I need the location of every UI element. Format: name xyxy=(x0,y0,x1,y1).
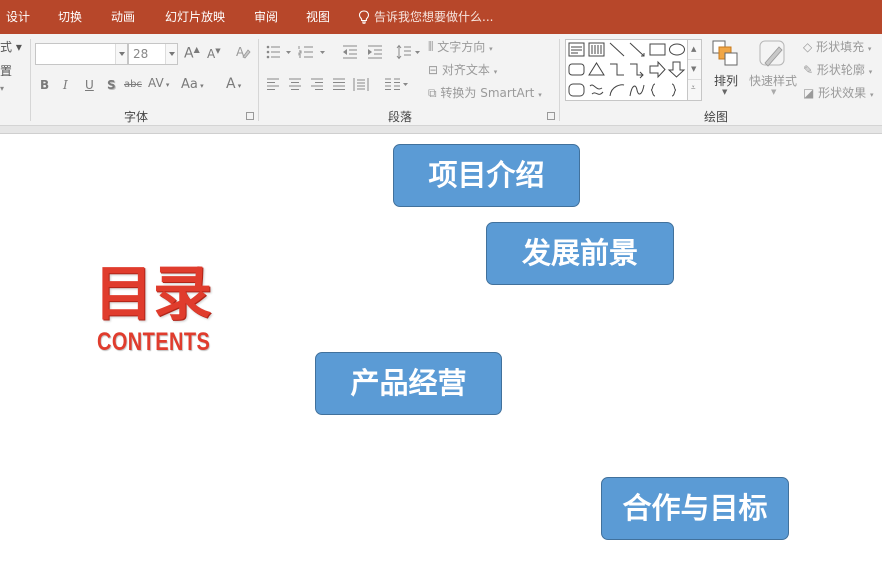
text-direction-label: 文字方向 xyxy=(437,40,486,54)
font-color-button[interactable]: A ▾ xyxy=(226,76,241,92)
ribbon-tab-bar: 设计 切换 动画 幻灯片放映 审阅 视图 告诉我您想要做什么... xyxy=(0,0,882,34)
tell-me-text: 告诉我您想要做什么... xyxy=(374,10,494,24)
paragraph-dialog-launcher-icon[interactable] xyxy=(547,112,555,120)
tab-review[interactable]: 审阅 xyxy=(254,0,278,34)
topic-box-product-operations[interactable]: 产品经营 xyxy=(315,352,502,415)
scroll-down-icon[interactable]: ▼ xyxy=(688,60,701,80)
shape-fill-button[interactable]: ◇ 形状填充 ▾ xyxy=(803,38,871,55)
tab-slideshow[interactable]: 幻灯片放映 xyxy=(165,0,225,34)
partial-layout-button[interactable]: 式 ▾ xyxy=(0,38,22,55)
justify-icon[interactable] xyxy=(332,78,346,91)
text-shadow-button[interactable]: S xyxy=(107,78,116,92)
topic-box-project-intro[interactable]: 项目介绍 xyxy=(393,144,580,207)
drawing-group-label: 绘图 xyxy=(704,110,729,124)
ribbon: 式 ▾ 置 ▾ 28 A▲ A▼ A B I U S abc AV ▾ Aa ▾… xyxy=(0,34,882,126)
clear-formatting-icon[interactable]: A xyxy=(235,44,251,60)
topic-box-cooperation-goals[interactable]: 合作与目标 xyxy=(601,477,789,540)
font-color-label: A xyxy=(226,76,236,92)
text-direction-icon: ⫴ xyxy=(428,40,434,55)
tab-transitions[interactable]: 切换 xyxy=(58,0,82,34)
paint-bucket-icon: ◇ xyxy=(803,40,813,54)
quick-styles-button[interactable]: 快速样式 xyxy=(749,72,797,89)
shapes-gallery-scroll[interactable]: ▲ ▼ ⩡ xyxy=(688,39,702,101)
shapes-gallery-icons xyxy=(568,42,686,97)
tab-design[interactable]: 设计 xyxy=(6,0,30,34)
shapes-gallery[interactable] xyxy=(565,39,688,101)
font-name-combo[interactable] xyxy=(35,43,128,65)
lightbulb-icon xyxy=(358,10,370,24)
change-case-label: Aa xyxy=(181,77,198,92)
group-separator xyxy=(30,39,31,121)
scroll-up-icon[interactable]: ▲ xyxy=(688,40,701,60)
shape-effects-label: 形状效果 xyxy=(818,86,867,100)
arrange-button[interactable]: 排列 xyxy=(714,72,738,89)
shrink-font-icon[interactable]: A▼ xyxy=(207,47,221,61)
align-left-icon[interactable] xyxy=(266,78,280,91)
slide-title-en[interactable]: CONTENTS xyxy=(97,328,210,356)
partial-label-1: 式 xyxy=(0,40,13,54)
chevron-down-icon[interactable] xyxy=(115,44,127,64)
group-separator xyxy=(258,39,259,121)
distribute-icon[interactable] xyxy=(353,77,369,92)
convert-smartart-button[interactable]: ⧉ 转换为 SmartArt ▾ xyxy=(428,84,542,101)
powerpoint-window: 设计 切换 动画 幻灯片放映 审阅 视图 告诉我您想要做什么... 式 ▾ 置 … xyxy=(0,0,882,577)
char-spacing-label: AV xyxy=(148,76,164,90)
arrange-icon[interactable] xyxy=(711,39,739,67)
align-text-button[interactable]: ⊟ 对齐文本 ▾ xyxy=(428,61,497,78)
slide-canvas[interactable]: 目录 CONTENTS 项目介绍 发展前景 产品经营 合作与目标 xyxy=(0,133,882,577)
arrange-chevron-down-icon[interactable]: ▼ xyxy=(722,88,727,96)
underline-button[interactable]: U xyxy=(85,78,94,92)
shape-outline-button[interactable]: ✎ 形状轮廓 ▾ xyxy=(803,61,872,78)
paragraph-group-label: 段落 xyxy=(388,110,413,124)
font-group-label: 字体 xyxy=(124,110,149,124)
shape-effects-icon: ◪ xyxy=(803,86,815,100)
quick-styles-icon[interactable] xyxy=(757,39,789,69)
numbering-icon[interactable] xyxy=(298,45,328,59)
shape-fill-label: 形状填充 xyxy=(816,40,865,54)
partial-section-arrow-icon[interactable]: ▾ xyxy=(0,84,4,93)
line-spacing-icon[interactable] xyxy=(396,44,422,60)
increase-indent-icon[interactable] xyxy=(367,45,383,59)
align-right-icon[interactable] xyxy=(310,78,324,91)
shape-outline-label: 形状轮廓 xyxy=(816,63,865,77)
chevron-down-icon[interactable] xyxy=(165,44,177,64)
grow-font-icon[interactable]: A▲ xyxy=(184,45,200,62)
tab-animations[interactable]: 动画 xyxy=(111,0,135,34)
columns-icon[interactable] xyxy=(384,78,410,91)
change-case-button[interactable]: Aa ▾ xyxy=(181,77,204,92)
topic-box-prospects[interactable]: 发展前景 xyxy=(486,222,674,285)
align-text-icon: ⊟ xyxy=(428,63,439,77)
group-separator xyxy=(559,39,560,121)
decrease-indent-icon[interactable] xyxy=(342,45,358,59)
font-size-value: 28 xyxy=(133,47,149,61)
align-center-icon[interactable] xyxy=(288,78,302,91)
tell-me-box[interactable]: 告诉我您想要做什么... xyxy=(358,0,493,34)
italic-button[interactable]: I xyxy=(63,78,68,92)
font-dialog-launcher-icon[interactable] xyxy=(246,112,254,120)
pencil-icon: ✎ xyxy=(803,63,814,77)
slide-title-cn[interactable]: 目录 xyxy=(94,262,212,326)
bullets-icon[interactable] xyxy=(266,45,294,59)
partial-reset-button[interactable]: 置 xyxy=(0,62,12,79)
bold-button[interactable]: B xyxy=(40,78,49,92)
quick-styles-chevron-down-icon[interactable]: ▼ xyxy=(771,88,776,96)
tab-view[interactable]: 视图 xyxy=(306,0,330,34)
char-spacing-button[interactable]: AV ▾ xyxy=(148,76,169,90)
gallery-more-icon[interactable]: ⩡ xyxy=(688,80,701,100)
shape-effects-button[interactable]: ◪ 形状效果 ▾ xyxy=(803,84,874,101)
font-size-combo[interactable]: 28 xyxy=(128,43,178,65)
smartart-label: 转换为 SmartArt xyxy=(440,86,535,100)
strikethrough-button[interactable]: abc xyxy=(124,79,142,90)
smartart-icon: ⧉ xyxy=(428,86,437,100)
align-text-label: 对齐文本 xyxy=(441,63,490,77)
text-direction-button[interactable]: ⫴ 文字方向 ▾ xyxy=(428,38,493,55)
